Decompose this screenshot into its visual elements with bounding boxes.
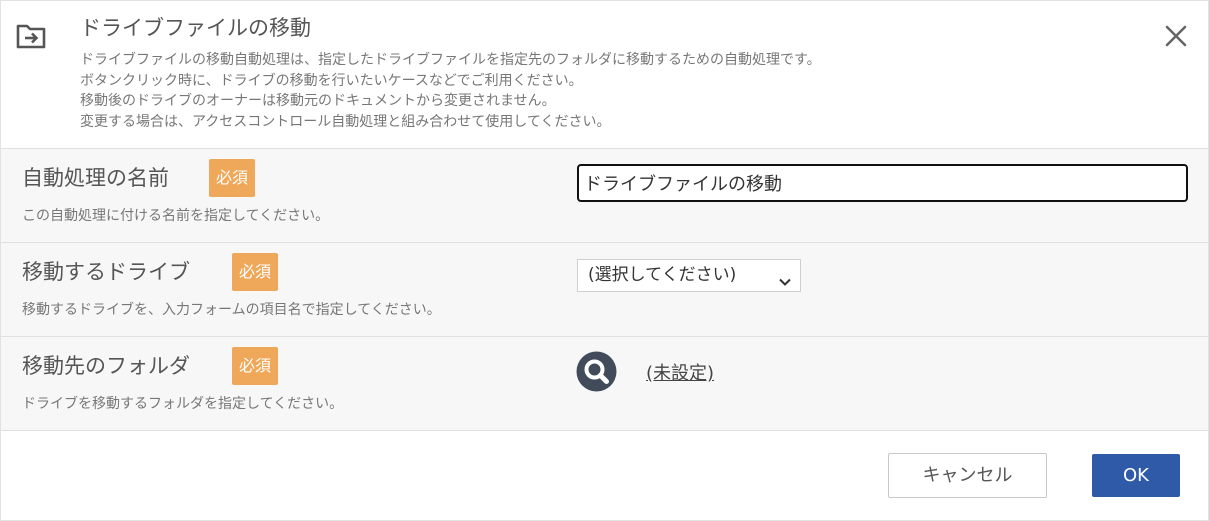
folder-label: 移動先のフォルダ xyxy=(22,354,190,378)
drive-hint: 移動するドライブを、入力フォームの項目名で指定してください。 xyxy=(22,302,441,318)
name-input[interactable] xyxy=(577,164,1188,202)
dialog-title: ドライブファイルの移動 xyxy=(80,16,311,40)
ok-button[interactable]: OK xyxy=(1092,454,1180,497)
description-line: ドライブファイルの移動自動処理は、指定したドライブファイルを指定先のフォルダに移… xyxy=(80,52,821,68)
move-drive-file-dialog: ドライブファイルの移動 ドライブファイルの移動自動処理は、指定したドライブファイ… xyxy=(0,0,1209,521)
folder-hint: ドライブを移動するフォルダを指定してください。 xyxy=(22,396,344,412)
drive-select[interactable]: (選択してください) xyxy=(577,259,801,292)
chevron-down-icon xyxy=(778,269,792,286)
folder-search-button[interactable] xyxy=(576,351,617,392)
settings-form: 自動処理の名前 必須 この自動処理に付ける名前を指定してください。 移動するドラ… xyxy=(1,148,1208,431)
cancel-button[interactable]: キャンセル xyxy=(888,453,1047,498)
folder-move-icon xyxy=(16,22,48,50)
dialog-header: ドライブファイルの移動 ドライブファイルの移動自動処理は、指定したドライブファイ… xyxy=(1,1,1208,147)
required-badge: 必須 xyxy=(209,159,256,197)
name-row: 自動処理の名前 必須 この自動処理に付ける名前を指定してください。 xyxy=(1,149,1208,243)
description-line: 移動後のドライブのオーナーは移動元のドキュメントから変更されません。 xyxy=(80,93,556,109)
required-badge: 必須 xyxy=(232,253,279,291)
name-label: 自動処理の名前 xyxy=(22,166,169,190)
name-hint: この自動処理に付ける名前を指定してください。 xyxy=(22,208,330,224)
drive-label: 移動するドライブ xyxy=(22,260,190,284)
close-icon xyxy=(1161,25,1191,55)
required-badge: 必須 xyxy=(232,347,279,385)
drive-row: 移動するドライブ 必須 移動するドライブを、入力フォームの項目名で指定してくださ… xyxy=(1,243,1208,337)
folder-unset-link[interactable]: (未設定) xyxy=(646,359,714,385)
drive-select-value: (選択してください) xyxy=(588,265,737,285)
description-line: ボタンクリック時に、ドライブの移動を行いたいケースなどでご利用ください。 xyxy=(80,72,583,89)
search-icon xyxy=(576,351,617,396)
dialog-description: ドライブファイルの移動自動処理は、指定したドライブファイルを指定先のフォルダに移… xyxy=(80,50,821,132)
close-button[interactable] xyxy=(1161,21,1191,51)
folder-row: 移動先のフォルダ 必須 ドライブを移動するフォルダを指定してください。 (未設定… xyxy=(1,337,1208,431)
description-line: 変更する場合は、アクセスコントロール自動処理と組み合わせて使用してください。 xyxy=(80,113,611,130)
